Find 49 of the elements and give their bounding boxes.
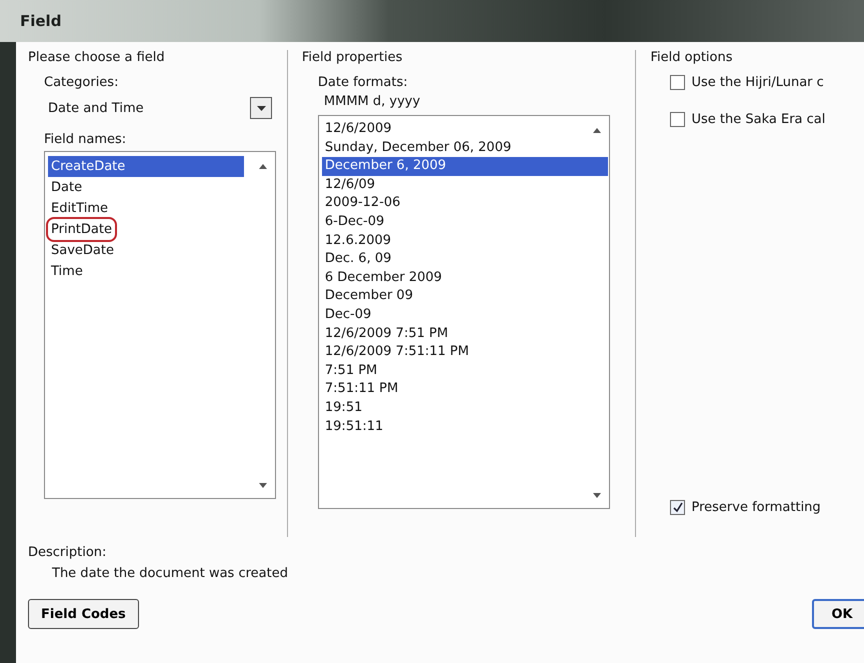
date-format-item[interactable]: 12.6.2009 bbox=[322, 232, 394, 250]
caret-icon bbox=[256, 106, 266, 110]
checkbox-label: Use the Hijri/Lunar c bbox=[691, 75, 824, 90]
categories-label: Categories: bbox=[44, 75, 120, 90]
checkbox-label: Preserve formatting bbox=[691, 500, 821, 515]
date-format-item[interactable]: December 09 bbox=[322, 287, 416, 306]
field-name-item[interactable]: Time bbox=[48, 261, 86, 282]
field-names-label: Field names: bbox=[44, 132, 128, 147]
checkbox-label: Use the Saka Era cal bbox=[691, 112, 826, 127]
date-format-item[interactable]: 19:51:11 bbox=[322, 418, 386, 436]
date-format-item[interactable]: 7:51 PM bbox=[322, 362, 380, 380]
date-format-item[interactable]: 12/6/2009 bbox=[322, 120, 395, 139]
date-format-item[interactable]: 7:51:11 PM bbox=[322, 380, 402, 399]
date-format-item[interactable]: 12/6/2009 7:51:11 PM bbox=[322, 343, 472, 362]
date-formats-label: Date formats: bbox=[318, 75, 409, 90]
date-format-item[interactable]: Dec-09 bbox=[322, 306, 374, 325]
date-format-item[interactable]: Sunday, December 06, 2009 bbox=[322, 138, 514, 158]
date-format-item[interactable]: 2009-12-06 bbox=[322, 194, 404, 213]
scroll-up-icon[interactable] bbox=[592, 128, 601, 133]
check-icon bbox=[672, 502, 684, 513]
section-heading: Field options bbox=[650, 50, 734, 65]
section-heading: Field properties bbox=[302, 50, 404, 65]
category-dropdown[interactable]: Date and Time bbox=[44, 94, 272, 122]
date-format-item[interactable]: December 6, 2009 bbox=[322, 157, 608, 176]
scroll-down-icon[interactable] bbox=[259, 483, 267, 488]
field-name-item[interactable]: EditTime bbox=[48, 198, 111, 219]
field-codes-button[interactable]: Field Codes bbox=[28, 599, 139, 629]
checkbox[interactable] bbox=[670, 500, 686, 515]
description-label: Description: bbox=[28, 545, 108, 560]
section-heading: Please choose a field bbox=[28, 50, 166, 65]
dropdown-button[interactable] bbox=[250, 97, 272, 119]
field-name-item[interactable]: Date bbox=[48, 177, 86, 198]
window-title: Field bbox=[20, 12, 62, 30]
scroll-down-icon[interactable] bbox=[592, 493, 601, 498]
format-field[interactable]: MMMM d, yyyy bbox=[324, 94, 628, 109]
date-format-item[interactable]: 6-Dec-09 bbox=[322, 212, 388, 232]
description-text: The date the document was created bbox=[52, 566, 289, 581]
field-name-item[interactable]: SaveDate bbox=[48, 240, 117, 261]
date-format-item[interactable]: 12/6/2009 7:51 PM bbox=[322, 324, 452, 344]
date-format-item[interactable]: 12/6/09 bbox=[322, 176, 378, 194]
field-name-item[interactable]: PrintDate bbox=[48, 219, 115, 240]
date-format-item[interactable]: Dec. 6, 09 bbox=[322, 250, 394, 269]
date-format-item[interactable]: 6 December 2009 bbox=[322, 268, 445, 288]
date-format-item[interactable]: 19:51 bbox=[322, 398, 366, 418]
checkbox[interactable] bbox=[670, 112, 686, 127]
ok-button[interactable]: OK bbox=[812, 599, 864, 629]
field-name-item[interactable]: CreateDate bbox=[48, 156, 244, 177]
checkbox[interactable] bbox=[670, 75, 686, 90]
scroll-up-icon[interactable] bbox=[259, 164, 267, 169]
